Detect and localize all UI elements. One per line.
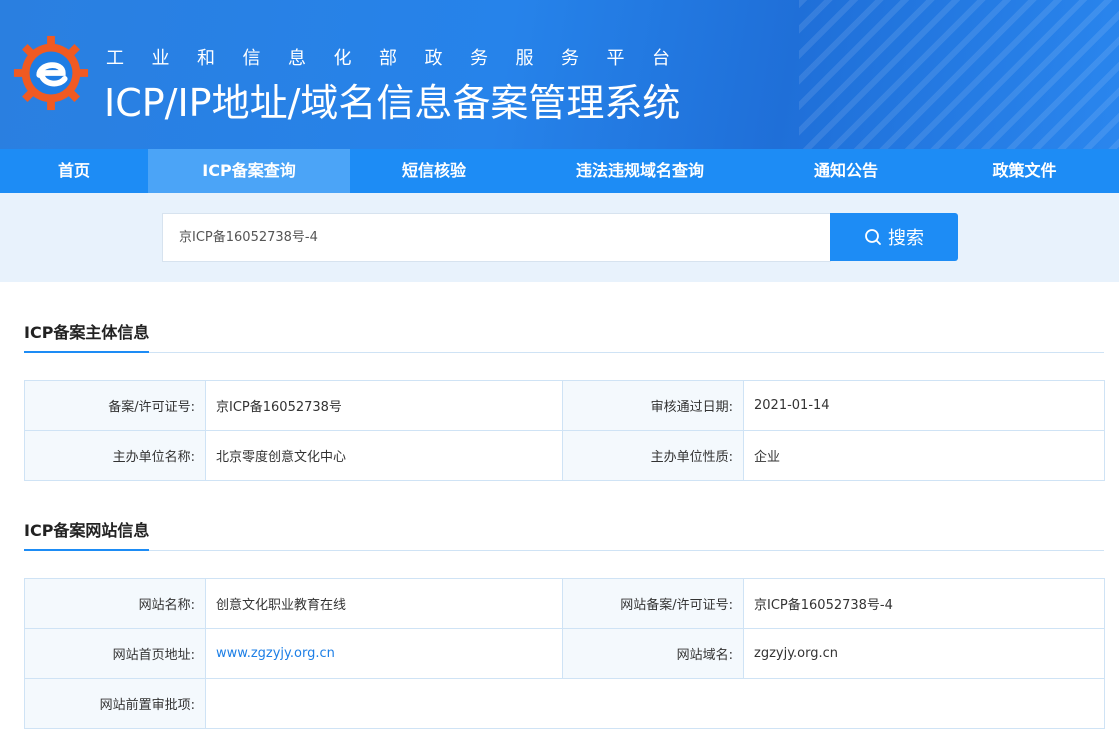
search-icon — [865, 229, 881, 245]
website-license-value: 京ICP备16052738号-4 — [743, 578, 1105, 629]
site-subtitle: 工业和信息化部政务服务平台 — [106, 48, 698, 69]
nav-item-notices[interactable]: 通知公告 — [762, 149, 930, 193]
header-banner: 工业和信息化部政务服务平台 ICP/IP地址/域名信息备案管理系统 — [0, 0, 1119, 149]
search-button[interactable]: 搜索 — [830, 213, 958, 261]
site-title: ICP/IP地址/域名信息备案管理系统 — [104, 81, 681, 125]
entity-section-title: ICP备案主体信息 — [24, 319, 150, 353]
search-area: 京ICP备16052738号-4 搜索 — [0, 193, 1119, 282]
license-value: 京ICP备16052738号 — [205, 380, 563, 431]
org-type-value: 企业 — [743, 430, 1105, 481]
nav-item-icp-query[interactable]: ICP备案查询 — [148, 149, 350, 193]
website-name-value: 创意文化职业教育在线 — [205, 578, 563, 629]
preapproval-label: 网站前置审批项: — [24, 678, 206, 729]
org-type-label: 主办单位性质: — [562, 430, 744, 481]
license-label: 备案/许可证号: — [24, 380, 206, 431]
nav-item-sms-verify[interactable]: 短信核验 — [350, 149, 518, 193]
website-section-header: ICP备案网站信息 — [24, 511, 1104, 551]
banner-decoration — [799, 0, 1119, 149]
preapproval-value — [205, 678, 1105, 729]
org-name-label: 主办单位名称: — [24, 430, 206, 481]
table-row: 主办单位名称: 北京零度创意文化中心 主办单位性质: 企业 — [24, 430, 1105, 481]
table-row: 网站前置审批项: — [24, 678, 1105, 729]
domain-label: 网站域名: — [562, 628, 744, 679]
approve-date-label: 审核通过日期: — [562, 380, 744, 431]
nav-item-home[interactable]: 首页 — [0, 149, 148, 193]
entity-section-header: ICP备案主体信息 — [24, 313, 1104, 353]
table-row: 网站名称: 创意文化职业教育在线 网站备案/许可证号: 京ICP备1605273… — [24, 578, 1105, 629]
approve-date-value: 2021-01-14 — [743, 380, 1105, 431]
homepage-cell: www.zgzyjy.org.cn — [205, 628, 563, 679]
miit-logo-icon — [13, 35, 89, 111]
homepage-label: 网站首页地址: — [24, 628, 206, 679]
search-input[interactable]: 京ICP备16052738号-4 — [162, 213, 831, 262]
main-nav: 首页 ICP备案查询 短信核验 违法违规域名查询 通知公告 政策文件 — [0, 149, 1119, 193]
homepage-link[interactable]: www.zgzyjy.org.cn — [216, 646, 335, 661]
nav-item-policy-docs[interactable]: 政策文件 — [930, 149, 1119, 193]
website-name-label: 网站名称: — [24, 578, 206, 629]
website-license-label: 网站备案/许可证号: — [562, 578, 744, 629]
entity-info-table: 备案/许可证号: 京ICP备16052738号 审核通过日期: 2021-01-… — [24, 380, 1105, 481]
table-row: 备案/许可证号: 京ICP备16052738号 审核通过日期: 2021-01-… — [24, 380, 1105, 431]
table-row: 网站首页地址: www.zgzyjy.org.cn 网站域名: zgzyjy.o… — [24, 628, 1105, 679]
website-section-title: ICP备案网站信息 — [24, 517, 150, 551]
nav-item-illegal-domain-query[interactable]: 违法违规域名查询 — [518, 149, 762, 193]
search-button-label: 搜索 — [888, 228, 924, 249]
org-name-value: 北京零度创意文化中心 — [205, 430, 563, 481]
website-info-table: 网站名称: 创意文化职业教育在线 网站备案/许可证号: 京ICP备1605273… — [24, 578, 1105, 729]
domain-value: zgzyjy.org.cn — [743, 628, 1105, 679]
